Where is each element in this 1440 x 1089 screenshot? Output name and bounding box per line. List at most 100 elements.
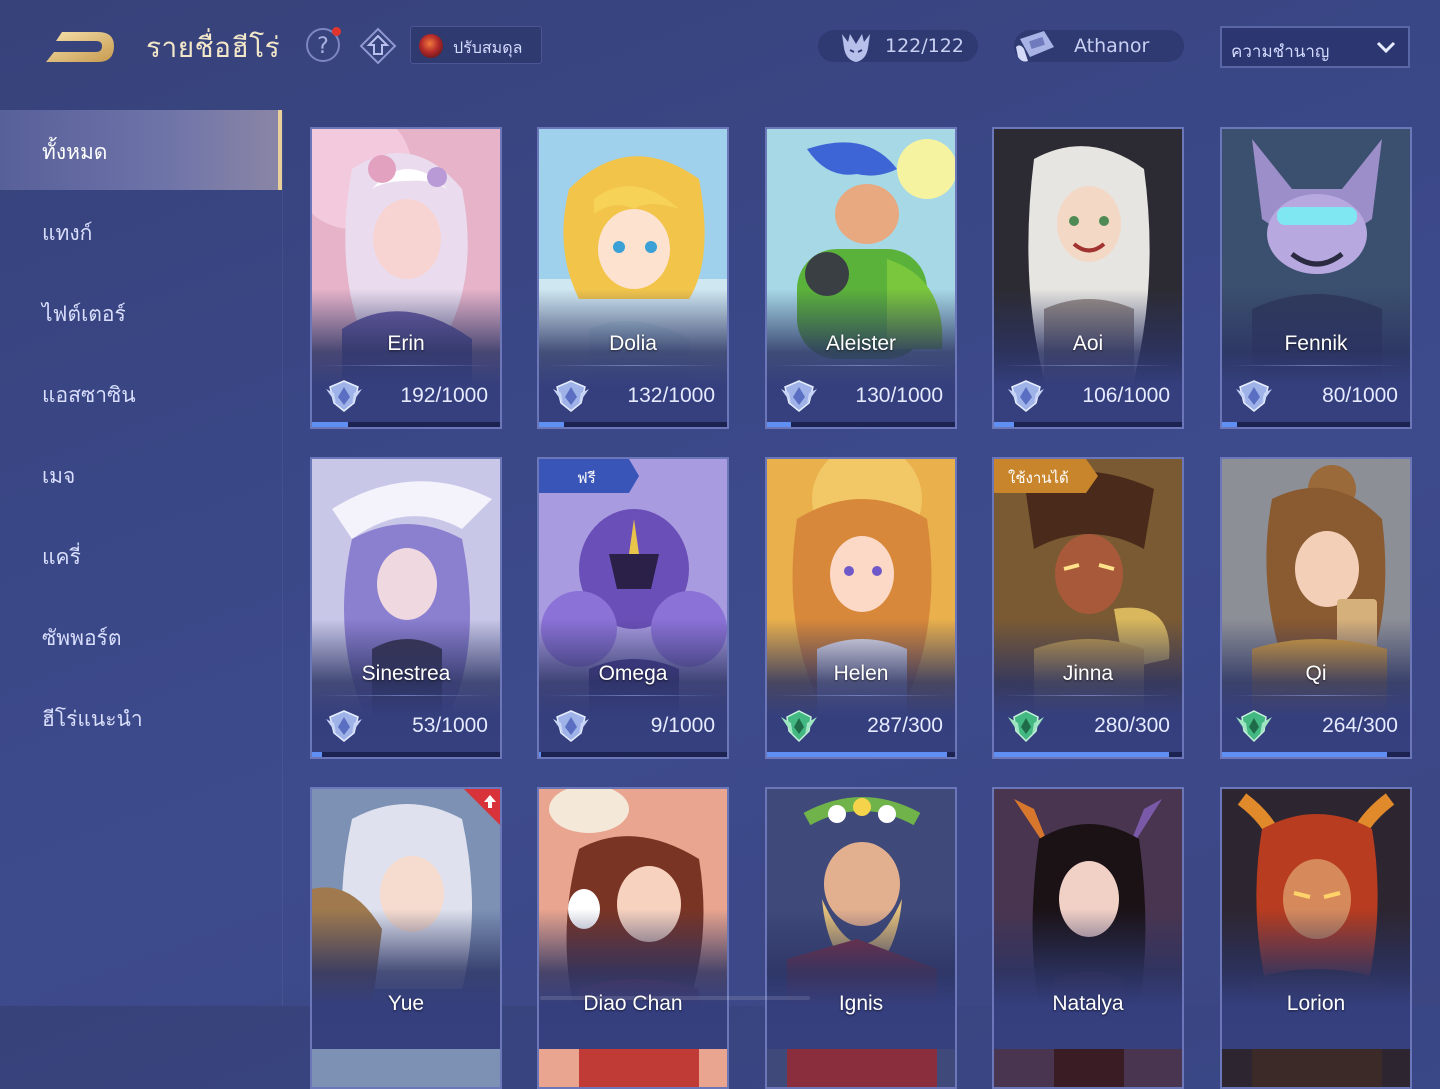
mastery-value: 53/1000 xyxy=(412,714,488,737)
hero-card-diao-chan[interactable]: Diao Chan xyxy=(537,787,729,1089)
sidebar-item-assassin[interactable]: แอสซาซิน xyxy=(0,353,282,433)
hero-helmet-icon xyxy=(842,34,870,62)
balance-hero-icon xyxy=(419,34,443,58)
hero-name: Aoi xyxy=(1072,332,1104,355)
mastery-silver-icon xyxy=(1008,380,1044,412)
hero-name: Qi xyxy=(1305,662,1327,685)
mastery-silver-icon xyxy=(553,380,589,412)
mastery-silver-icon xyxy=(1236,380,1272,412)
sidebar-item-label: แครี่ xyxy=(42,545,81,569)
sidebar-item-recommended[interactable]: ฮีโร่แนะนำ xyxy=(0,677,282,757)
scrollbar[interactable] xyxy=(540,996,810,1000)
sidebar-item-tank[interactable]: แทงก์ xyxy=(0,191,282,271)
heroes-owned-value: 122/122 xyxy=(885,35,964,57)
upgrade-tag xyxy=(464,789,500,825)
player-name: Athanor xyxy=(1074,35,1150,57)
mastery-progress-bar xyxy=(1222,752,1410,757)
hero-card-aoi[interactable]: Aoi 106/1000 xyxy=(992,127,1184,429)
hero-name: Erin xyxy=(387,332,425,355)
hero-card-omega[interactable]: ฟรี Omega 9/1000 xyxy=(537,457,729,759)
hero-card-sinestrea[interactable]: Sinestrea 53/1000 xyxy=(310,457,502,759)
hero-name: Omega xyxy=(598,662,668,685)
mastery-silver-icon xyxy=(553,710,589,742)
heroes-owned-counter: 122/122 xyxy=(818,30,978,62)
balance-label: ปรับสมดุล xyxy=(453,38,523,57)
hero-card-yue[interactable]: Yue xyxy=(310,787,502,1089)
hero-card-qi[interactable]: Qi 264/300 xyxy=(1220,457,1412,759)
hero-card-fennik[interactable]: Fennik 80/1000 xyxy=(1220,127,1412,429)
mastery-progress-bar xyxy=(767,422,955,427)
hero-name: Jinna xyxy=(1062,662,1114,685)
top-bar: รายชื่อฮีโร่ ? ปรับสมดุล 122/122 Athanor… xyxy=(0,0,1440,95)
mastery-progress-bar xyxy=(539,422,727,427)
hero-card-lorion[interactable]: Lorion xyxy=(1220,787,1412,1089)
mastery-value: 280/300 xyxy=(1094,714,1170,737)
mastery-value: 9/1000 xyxy=(650,714,715,737)
mastery-value: 106/1000 xyxy=(1082,384,1170,407)
hero-name: Yue xyxy=(387,992,425,1015)
hero-name: Dolia xyxy=(609,332,657,355)
mastery-value: 192/1000 xyxy=(400,384,488,407)
sidebar-item-label: ทั้งหมด xyxy=(42,140,108,164)
sort-dropdown[interactable]: ความชำนาญ xyxy=(1220,26,1410,68)
sidebar-item-mage[interactable]: เมจ xyxy=(0,434,282,514)
hero-name: Fennik xyxy=(1284,332,1348,355)
mastery-progress-bar xyxy=(312,422,500,427)
page-title: รายชื่อฮีโร่ xyxy=(146,31,281,64)
mastery-green-icon xyxy=(1236,710,1272,743)
hero-name: Sinestrea xyxy=(361,662,451,685)
mastery-progress-bar xyxy=(767,752,955,757)
hero-card-aleister[interactable]: Aleister 130/1000 xyxy=(765,127,957,429)
free-tag-label: ฟรี xyxy=(577,469,596,487)
sidebar-item-fighter[interactable]: ไฟต์เตอร์ xyxy=(0,272,282,352)
sort-selected-value: ความชำนาญ xyxy=(1231,42,1330,62)
back-arrow-icon[interactable] xyxy=(44,28,116,64)
sidebar-item-support[interactable]: ซัพพอร์ต xyxy=(0,596,282,676)
mastery-green-icon xyxy=(1008,710,1044,743)
hero-card-erin[interactable]: Erin 192/1000 xyxy=(310,127,502,429)
hero-tier-button[interactable] xyxy=(358,26,398,66)
notification-dot xyxy=(332,27,341,36)
usable-tag-label: ใช้งานได้ xyxy=(1008,469,1069,487)
role-filter-sidebar: ทั้งหมด แทงก์ ไฟต์เตอร์ แอสซาซิน เมจ แคร… xyxy=(0,110,283,1006)
hero-name: Helen xyxy=(833,662,889,685)
mastery-green-icon xyxy=(781,710,817,743)
hero-name: Aleister xyxy=(825,332,897,355)
scroll-badge-icon xyxy=(1016,31,1054,62)
hero-card-dolia[interactable]: Dolia 132/1000 xyxy=(537,127,729,429)
mastery-progress-bar xyxy=(1222,422,1410,427)
help-button[interactable]: ? xyxy=(306,27,341,62)
player-info[interactable]: Athanor xyxy=(1014,30,1184,62)
hero-card-ignis[interactable]: Ignis xyxy=(765,787,957,1089)
sidebar-divider xyxy=(282,110,283,1006)
sidebar-item-label: เมจ xyxy=(42,464,76,488)
hero-card-helen[interactable]: Helen 287/300 xyxy=(765,457,957,759)
mastery-value: 287/300 xyxy=(867,714,943,737)
mastery-value: 130/1000 xyxy=(855,384,943,407)
sidebar-item-label: ไฟต์เตอร์ xyxy=(42,302,126,326)
sidebar-item-label: ซัพพอร์ต xyxy=(42,626,122,650)
mastery-silver-icon xyxy=(326,710,362,742)
hero-name: Lorion xyxy=(1286,992,1346,1015)
diamond-arrow-icon xyxy=(359,27,397,65)
mastery-silver-icon xyxy=(781,380,817,412)
usable-tag: ใช้งานได้ xyxy=(994,459,1098,493)
chevron-down-icon xyxy=(1376,41,1396,54)
sidebar-item-label: แอสซาซิน xyxy=(42,383,136,407)
mastery-value: 264/300 xyxy=(1322,714,1398,737)
mastery-progress-bar xyxy=(312,752,500,757)
sidebar-item-label: ฮีโร่แนะนำ xyxy=(42,707,143,731)
hero-name: Natalya xyxy=(1052,992,1124,1015)
mastery-silver-icon xyxy=(326,380,362,412)
sidebar-item-carry[interactable]: แครี่ xyxy=(0,515,282,595)
mastery-progress-bar xyxy=(994,752,1182,757)
mastery-progress-bar xyxy=(994,422,1182,427)
hero-card-jinna[interactable]: ใช้งานได้ Jinna 280/300 xyxy=(992,457,1184,759)
hero-card-natalya[interactable]: Natalya xyxy=(992,787,1184,1089)
balance-button[interactable]: ปรับสมดุล xyxy=(410,26,542,64)
mastery-value: 80/1000 xyxy=(1322,384,1398,407)
arrow-up-icon xyxy=(464,789,500,825)
sidebar-item-all[interactable]: ทั้งหมด xyxy=(0,110,282,190)
mastery-value: 132/1000 xyxy=(627,384,715,407)
free-tag: ฟรี xyxy=(539,459,639,493)
